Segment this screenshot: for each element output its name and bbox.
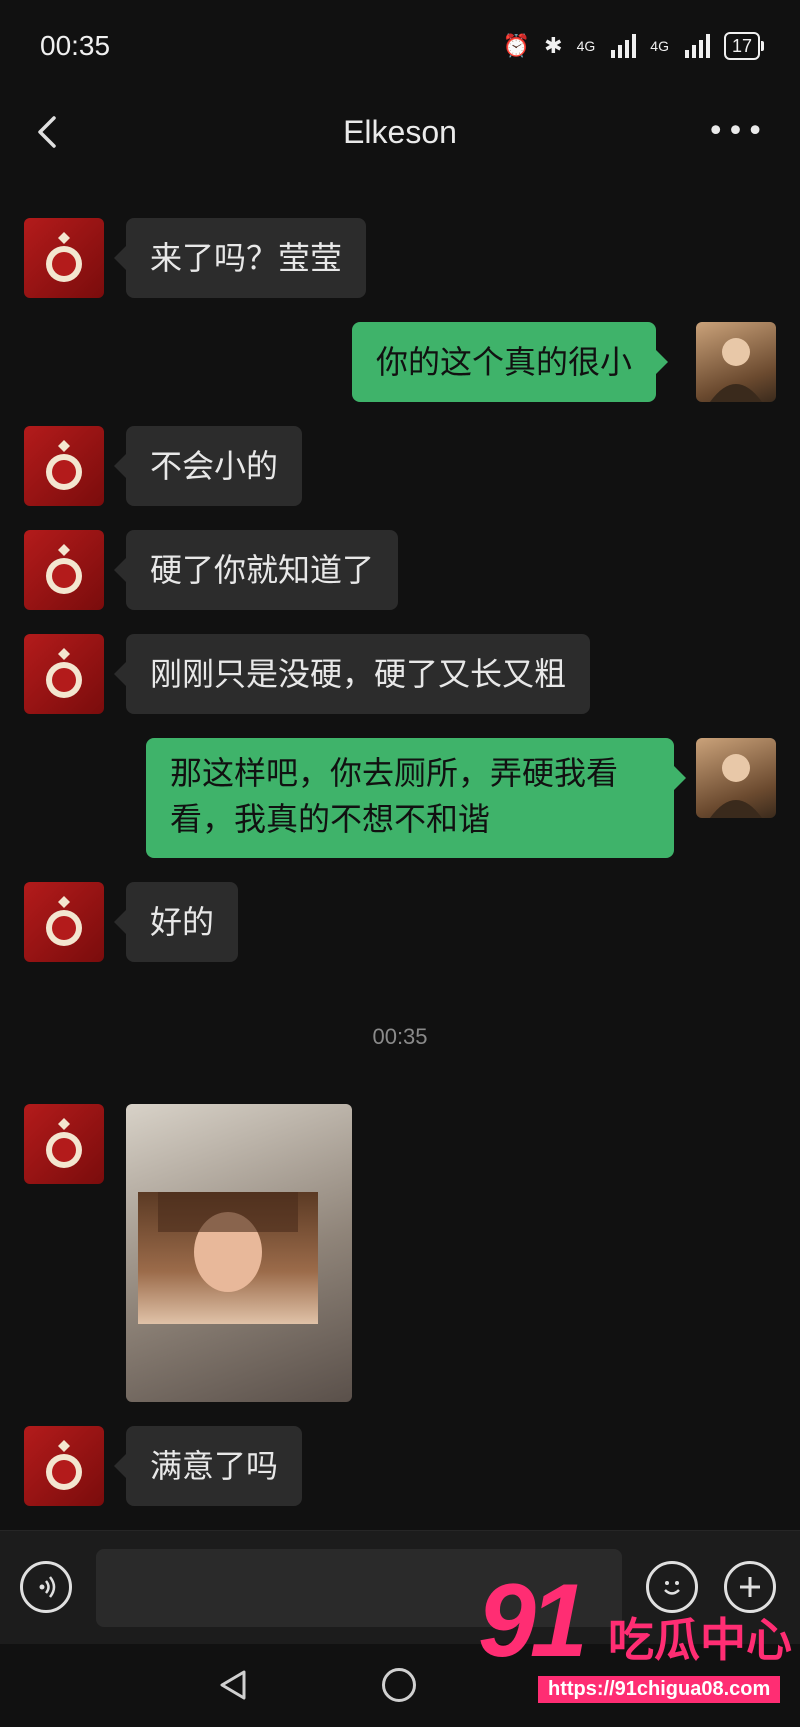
message-bubble-incoming[interactable]: 好的 <box>113 882 239 962</box>
signal-icon <box>611 34 637 58</box>
contact-avatar[interactable] <box>24 1426 104 1506</box>
club-crest-icon <box>46 232 82 282</box>
chat-timestamp: 00:35 <box>372 1024 428 1049</box>
message-bubble-incoming[interactable]: 硬了你就知道了 <box>113 530 399 610</box>
network-type-2: 4G <box>650 38 669 54</box>
profile-photo-icon <box>710 754 762 818</box>
club-crest-icon <box>46 1440 82 1490</box>
message-bubble-outgoing[interactable]: 你的这个真的很小 <box>352 322 669 402</box>
contact-avatar[interactable] <box>24 882 104 962</box>
back-chevron-icon[interactable] <box>28 112 68 152</box>
bluetooth-icon: ✱ <box>544 33 563 59</box>
battery-icon: 17 <box>723 32 765 60</box>
user-avatar[interactable] <box>696 738 776 818</box>
signal-icon-2 <box>684 34 710 58</box>
message-bubble-incoming[interactable]: 来了吗？莹莹 <box>113 218 367 298</box>
more-options-icon[interactable]: ••• <box>707 114 766 149</box>
club-crest-icon <box>46 544 82 594</box>
contact-avatar[interactable] <box>24 218 104 298</box>
status-bar: 00:35 ⏰ ✱ 4G 4G 17 <box>0 0 800 92</box>
message-bubble-incoming[interactable]: 满意了吗 <box>113 1426 303 1506</box>
status-icons: ⏰ ✱ 4G 4G 17 <box>502 32 765 60</box>
club-crest-icon <box>46 648 82 698</box>
message-bubble-incoming[interactable]: 不会小的 <box>113 426 303 506</box>
contact-avatar[interactable] <box>24 634 104 714</box>
nav-back-icon[interactable] <box>216 1668 250 1702</box>
image-message[interactable] <box>126 1104 352 1402</box>
club-crest-icon <box>46 1118 82 1168</box>
watermark-url: https://91chigua08.com <box>538 1676 781 1703</box>
watermark-logo: 91 吃瓜中心 https://91chigua08.com <box>478 1566 794 1706</box>
message-bubble-outgoing[interactable]: 那这样吧，你去厕所，弄硬我看看，我真的不想不和谐 <box>146 738 686 858</box>
user-avatar[interactable] <box>696 322 776 402</box>
alarm-icon: ⏰ <box>502 33 531 59</box>
chat-header: Elkeson ••• <box>0 92 800 172</box>
voice-input-icon[interactable] <box>20 1561 72 1613</box>
meme-image <box>138 1192 318 1324</box>
club-crest-icon <box>46 440 82 490</box>
chat-title: Elkeson <box>343 113 457 150</box>
status-time: 00:35 <box>40 30 111 61</box>
club-crest-icon <box>46 896 82 946</box>
contact-avatar[interactable] <box>24 530 104 610</box>
contact-avatar[interactable] <box>24 426 104 506</box>
contact-avatar[interactable] <box>24 1104 104 1184</box>
watermark-number: 91 <box>478 1563 588 1679</box>
watermark-text: 吃瓜中心 <box>608 1613 792 1667</box>
profile-photo-icon <box>710 338 762 402</box>
network-type-1: 4G <box>576 38 596 54</box>
message-bubble-incoming[interactable]: 刚刚只是没硬，硬了又长又粗 <box>113 634 591 714</box>
nav-home-icon[interactable] <box>382 1668 416 1702</box>
